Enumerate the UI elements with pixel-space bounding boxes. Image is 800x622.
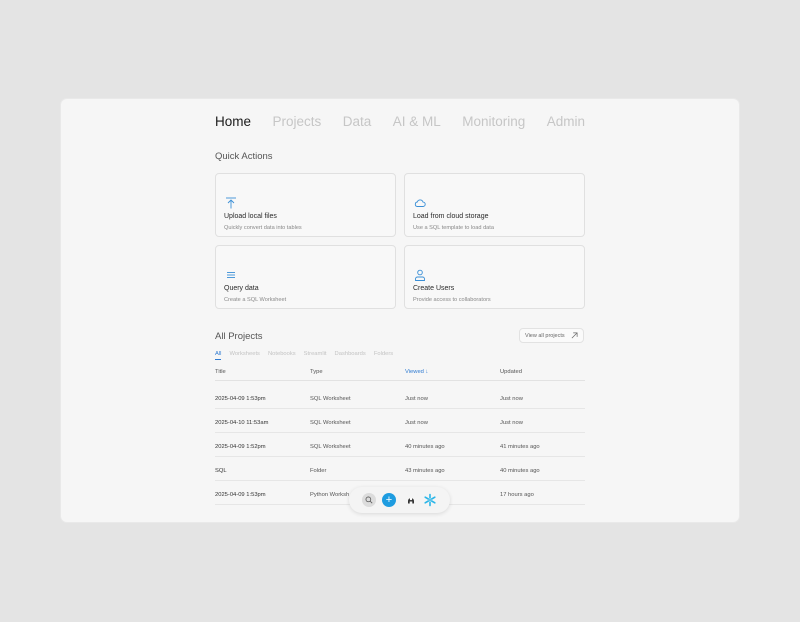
cell-viewed: 43 minutes ago [405,468,445,474]
view-all-label: View all projects [525,332,565,339]
nav-home[interactable]: Home [215,114,251,129]
sort-down-icon: ↓ [425,369,429,375]
table-row[interactable]: SQL Folder 43 minutes ago 40 minutes ago [215,457,585,481]
create-users-card[interactable]: Create Users Provide access to collabora… [404,245,585,309]
table-row[interactable]: 2025-04-09 1:52pm SQL Worksheet 40 minut… [215,433,585,457]
nav-projects[interactable]: Projects [272,114,321,129]
view-all-projects-button[interactable]: View all projects [519,328,584,343]
tab-notebooks[interactable]: Notebooks [268,351,296,360]
projects-table: Title Type Viewed ↓ Updated 2025-04-09 1… [215,365,585,505]
cell-title: 2025-04-10 11:53am [215,420,269,426]
card-title: Create Users [413,285,455,292]
cell-title: 2025-04-09 1:53pm [215,492,266,498]
all-projects-title: All Projects [215,331,263,342]
load-cloud-storage-card[interactable]: Load from cloud storage Use a SQL templa… [404,173,585,237]
upload-icon [226,197,236,209]
card-title: Upload local files [224,213,277,220]
cloud-icon [414,199,426,207]
cell-type: SQL Worksheet [310,444,351,450]
cell-title: 2025-04-09 1:53pm [215,396,266,402]
project-tabs: All Worksheets Notebooks Streamlit Dashb… [215,351,401,360]
table-header: Title Type Viewed ↓ Updated [215,365,585,381]
assistant-button[interactable] [404,493,418,507]
user-icon [415,269,425,281]
nav-admin[interactable]: Admin [547,114,585,129]
cell-type: Python Worksh [310,492,350,498]
floating-dock: + [349,487,450,513]
snowflake-logo-icon [424,493,436,507]
plus-icon: + [385,494,393,506]
search-button[interactable] [362,493,376,507]
search-icon [365,496,373,504]
column-header-viewed[interactable]: Viewed ↓ [405,369,428,375]
create-button[interactable]: + [382,493,396,507]
tab-all[interactable]: All [215,351,222,360]
cell-type: SQL Worksheet [310,396,351,402]
table-row[interactable]: 2025-04-09 1:53pm SQL Worksheet Just now… [215,385,585,409]
home-content: Home Projects Data AI & ML Monitoring Ad… [215,99,585,522]
cell-title: SQL [215,468,227,474]
nav-ai-ml[interactable]: AI & ML [393,114,441,129]
tab-streamlit[interactable]: Streamlit [304,351,327,360]
nav-data[interactable]: Data [343,114,372,129]
table-row[interactable]: 2025-04-10 11:53am SQL Worksheet Just no… [215,409,585,433]
tab-dashboards[interactable]: Dashboards [335,351,366,360]
cell-updated: Just now [500,420,523,426]
card-description: Provide access to collaborators [413,297,491,303]
cell-type: Folder [310,468,327,474]
cell-updated: 17 hours ago [500,492,534,498]
query-data-card[interactable]: Query data Create a SQL Worksheet [215,245,396,309]
cell-updated: Just now [500,396,523,402]
card-title: Query data [224,285,259,292]
snowflake-logo-button[interactable] [423,493,437,507]
nav-monitoring[interactable]: Monitoring [462,114,525,129]
top-nav: Home Projects Data AI & ML Monitoring Ad… [215,114,585,129]
card-description: Create a SQL Worksheet [224,297,287,303]
cell-viewed: Just now [405,396,428,402]
arrow-up-right-icon [571,332,578,339]
column-header-viewed-label: Viewed [405,369,424,375]
cell-updated: 41 minutes ago [500,444,540,450]
cell-type: SQL Worksheet [310,420,351,426]
quick-actions-title: Quick Actions [215,151,273,162]
app-window: Home Projects Data AI & ML Monitoring Ad… [61,99,739,522]
list-icon [227,272,235,278]
upload-local-files-card[interactable]: Upload local files Quickly convert data … [215,173,396,237]
cell-updated: 40 minutes ago [500,468,540,474]
cell-viewed: 40 minutes ago [405,444,445,450]
tab-worksheets[interactable]: Worksheets [229,351,260,360]
column-header-title[interactable]: Title [215,369,226,375]
tab-folders[interactable]: Folders [374,351,393,360]
column-header-type[interactable]: Type [310,369,323,375]
card-description: Quickly convert data into tables [224,225,302,231]
cell-title: 2025-04-09 1:52pm [215,444,266,450]
card-title: Load from cloud storage [413,213,489,220]
column-header-updated[interactable]: Updated [500,369,522,375]
card-description: Use a SQL template to load data [413,225,494,231]
cell-viewed: Just now [405,420,428,426]
assistant-icon [408,497,414,504]
